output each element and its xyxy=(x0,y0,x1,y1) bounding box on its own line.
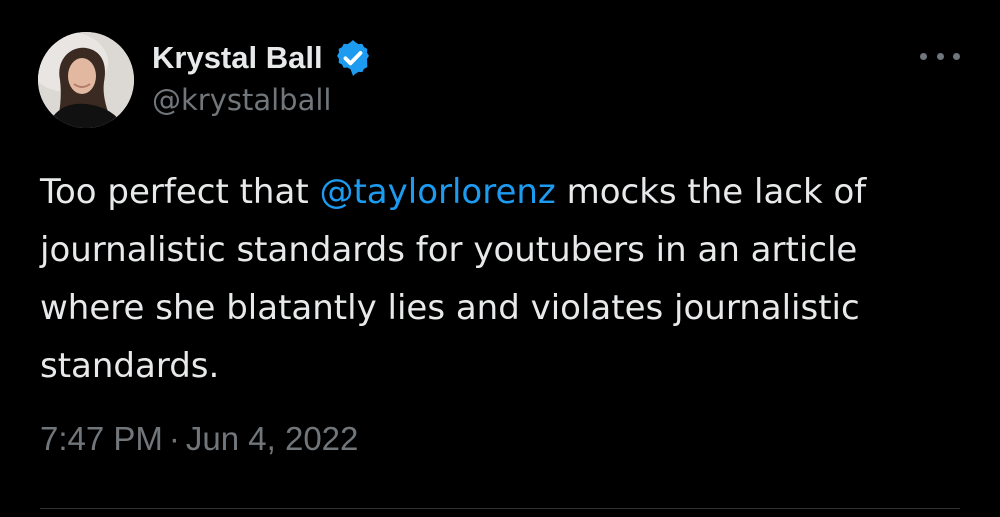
profile-photo-icon xyxy=(38,32,134,128)
timestamp-separator: · xyxy=(168,420,180,457)
tweet-time: 7:47 PM xyxy=(40,420,163,457)
author-name-row: Krystal Ball xyxy=(152,38,373,78)
tweet-date: Jun 4, 2022 xyxy=(185,420,359,457)
tweet-text: Too perfect that @taylorlorenz mocks the… xyxy=(40,163,960,395)
tweet-card: Krystal Ball @krystalball Too perfect th… xyxy=(0,0,1000,517)
mention-link[interactable]: @taylorlorenz xyxy=(319,172,555,212)
verified-badge-icon[interactable] xyxy=(333,38,373,78)
tweet-text-part: Too perfect that xyxy=(40,172,320,212)
more-horizontal-icon xyxy=(920,52,927,60)
author-display-name[interactable]: Krystal Ball xyxy=(152,40,323,76)
avatar[interactable] xyxy=(38,32,134,128)
more-options-button[interactable] xyxy=(920,42,960,70)
author-handle[interactable]: @krystalball xyxy=(152,83,331,117)
tweet-timestamp[interactable]: 7:47 PM · Jun 4, 2022 xyxy=(40,420,358,458)
more-horizontal-icon-dot xyxy=(953,52,960,60)
more-horizontal-icon-dot xyxy=(936,52,944,60)
divider xyxy=(40,508,960,509)
